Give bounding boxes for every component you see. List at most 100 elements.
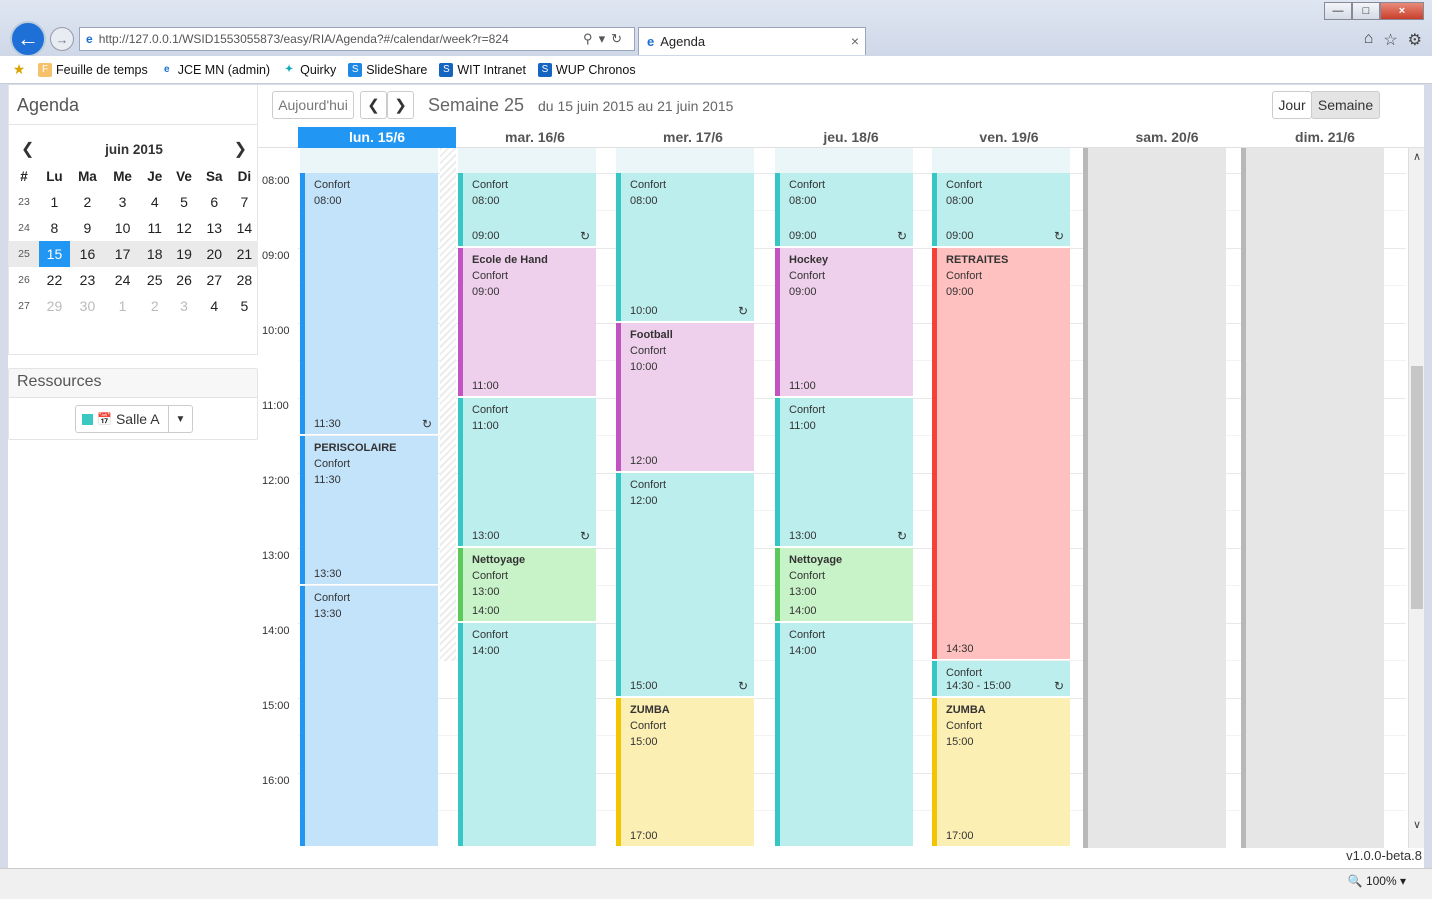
all-day-strip[interactable] bbox=[300, 148, 438, 173]
calendar-event[interactable]: Nettoyage Confort 13:00 14:00 bbox=[458, 548, 596, 621]
favorite-link[interactable]: S SlideShare bbox=[348, 62, 427, 77]
mini-calendar-day[interactable]: 9 bbox=[70, 215, 105, 241]
day-header[interactable]: sam. 20/6 bbox=[1088, 127, 1246, 148]
close-tab-icon[interactable]: × bbox=[851, 33, 859, 49]
calendar-event[interactable]: Confort 08:00 11:30 ↻ bbox=[300, 173, 438, 434]
chevron-left-icon[interactable]: ❮ bbox=[21, 139, 34, 159]
view-week-button[interactable]: Semaine bbox=[1311, 91, 1380, 119]
back-arrow-icon[interactable]: ← bbox=[10, 21, 46, 57]
mini-calendar-day[interactable]: 22 bbox=[39, 267, 70, 293]
calendar-event[interactable]: PERISCOLAIRE Confort 11:30 13:30 bbox=[300, 435, 438, 584]
mini-calendar-day[interactable]: 28 bbox=[230, 267, 259, 293]
today-button[interactable]: Aujourd'hui bbox=[272, 91, 354, 119]
mini-calendar-day[interactable]: 12 bbox=[169, 215, 199, 241]
day-header[interactable]: mar. 16/6 bbox=[456, 127, 614, 148]
mini-calendar-day[interactable]: 2 bbox=[140, 293, 169, 319]
mini-calendar-day[interactable]: 30 bbox=[70, 293, 105, 319]
mini-calendar-day[interactable]: 1 bbox=[105, 293, 140, 319]
gear-icon[interactable]: ⚙ bbox=[1408, 30, 1422, 50]
mini-calendar-day[interactable]: 4 bbox=[199, 293, 230, 319]
mini-calendar-day[interactable]: 19 bbox=[169, 241, 199, 267]
mini-calendar-day[interactable]: 16 bbox=[69, 241, 106, 267]
calendar-event[interactable]: Confort 14:30 - 15:00 ↻ bbox=[932, 660, 1070, 696]
mini-calendar-day[interactable]: 21 bbox=[229, 241, 259, 267]
mini-calendar-day[interactable]: 20 bbox=[198, 241, 230, 267]
search-refresh-icon[interactable]: ⚲▾↻ bbox=[583, 31, 628, 47]
tab-agenda[interactable]: e Agenda × bbox=[638, 27, 866, 55]
calendar-event[interactable]: Confort 08:00 09:00 ↻ bbox=[458, 173, 596, 246]
calendar-event[interactable]: Confort 08:00 10:00 ↻ bbox=[616, 173, 754, 321]
forward-arrow-icon[interactable]: → bbox=[50, 27, 74, 51]
calendar-event[interactable]: Confort 11:00 13:00 ↻ bbox=[775, 398, 913, 546]
mini-calendar-day[interactable]: 13 bbox=[199, 215, 230, 241]
calendar-event[interactable]: Confort 12:00 15:00 ↻ bbox=[616, 473, 754, 696]
mini-calendar-day[interactable]: 2 bbox=[70, 189, 105, 215]
favorite-link[interactable]: F Feuille de temps bbox=[38, 62, 148, 77]
mini-calendar-day[interactable]: 10 bbox=[105, 215, 140, 241]
mini-calendar-day[interactable]: 26 bbox=[169, 267, 199, 293]
calendar-event[interactable]: ZUMBA Confort 15:00 17:00 bbox=[932, 698, 1070, 846]
mini-calendar-day[interactable]: 14 bbox=[230, 215, 259, 241]
calendar-event[interactable]: ZUMBA Confort 15:00 17:00 bbox=[616, 698, 754, 846]
mini-calendar-day[interactable]: 25 bbox=[140, 267, 169, 293]
mini-calendar-day[interactable]: 8 bbox=[39, 215, 70, 241]
maximize-icon[interactable]: □ bbox=[1352, 2, 1380, 20]
calendar-event[interactable]: Confort 14:00 bbox=[775, 623, 913, 846]
day-header[interactable]: dim. 21/6 bbox=[1246, 127, 1404, 148]
time-grid[interactable]: 08:00 09:00 10:00 11:00 12:00 13:00 14:00 15:00… bbox=[258, 148, 1424, 848]
all-day-strip[interactable] bbox=[775, 148, 913, 173]
mini-calendar-day[interactable]: 18 bbox=[140, 241, 170, 267]
scroll-up-icon[interactable]: ∧ bbox=[1409, 150, 1424, 163]
home-icon[interactable]: ⌂ bbox=[1364, 30, 1374, 50]
mini-calendar-day[interactable]: 23 bbox=[70, 267, 105, 293]
favorite-link[interactable]: ✦ Quirky bbox=[282, 63, 336, 77]
mini-calendar-day[interactable]: 1 bbox=[39, 189, 70, 215]
close-window-icon[interactable]: × bbox=[1380, 2, 1424, 20]
scroll-down-icon[interactable]: ∨ bbox=[1409, 818, 1424, 831]
calendar-event[interactable]: Confort 08:00 09:00 ↻ bbox=[932, 173, 1070, 246]
day-header[interactable]: mer. 17/6 bbox=[614, 127, 772, 148]
mini-calendar-day[interactable]: 15 bbox=[39, 241, 70, 267]
caret-down-icon[interactable]: ▼ bbox=[168, 406, 192, 432]
mini-calendar-day[interactable]: 11 bbox=[140, 215, 169, 241]
minimize-icon[interactable]: — bbox=[1324, 2, 1352, 20]
mini-calendar-day[interactable]: 24 bbox=[105, 267, 140, 293]
all-day-strip[interactable] bbox=[932, 148, 1070, 173]
mini-calendar-day[interactable]: 5 bbox=[169, 189, 199, 215]
mini-calendar-day[interactable]: 4 bbox=[140, 189, 169, 215]
mini-calendar-day[interactable]: 6 bbox=[199, 189, 230, 215]
mini-calendar-day[interactable]: 7 bbox=[230, 189, 259, 215]
next-week-button[interactable]: ❯ bbox=[387, 91, 414, 119]
mini-calendar-day[interactable]: 27 bbox=[199, 267, 230, 293]
address-bar[interactable]: e http://127.0.0.1/WSID1553055873/easy/R… bbox=[79, 27, 635, 51]
favorite-link[interactable]: S WIT Intranet bbox=[439, 62, 526, 77]
calendar-event[interactable]: Confort 13:30 bbox=[300, 585, 438, 846]
mini-calendar-day[interactable]: 5 bbox=[230, 293, 259, 319]
day-header[interactable]: ven. 19/6 bbox=[930, 127, 1088, 148]
address-text[interactable]: http://127.0.0.1/WSID1553055873/easy/RIA… bbox=[99, 32, 509, 46]
mini-calendar-day[interactable]: 17 bbox=[105, 241, 141, 267]
scrollbar-thumb[interactable] bbox=[1411, 366, 1423, 609]
calendar-event[interactable]: Confort 08:00 09:00 ↻ bbox=[775, 173, 913, 246]
mini-calendar-day[interactable]: 29 bbox=[39, 293, 70, 319]
chevron-right-icon[interactable]: ❯ bbox=[234, 139, 247, 159]
calendar-event[interactable]: Ecole de Hand Confort 09:00 11:00 bbox=[458, 248, 596, 396]
calendar-event[interactable]: Nettoyage Confort 13:00 14:00 bbox=[775, 548, 913, 621]
mini-calendar-day[interactable]: 3 bbox=[169, 293, 199, 319]
favorites-add-icon[interactable]: ★ bbox=[12, 61, 26, 77]
view-day-button[interactable]: Jour bbox=[1272, 91, 1312, 119]
calendar-event[interactable]: Confort 11:00 13:00 ↻ bbox=[458, 398, 596, 546]
calendar-event[interactable]: Football Confort 10:00 12:00 bbox=[616, 323, 754, 471]
day-header[interactable]: jeu. 18/6 bbox=[772, 127, 930, 148]
favorite-link[interactable]: e JCE MN (admin) bbox=[160, 63, 270, 77]
day-header[interactable]: lun. 15/6 bbox=[298, 127, 456, 148]
all-day-strip[interactable] bbox=[616, 148, 754, 173]
zoom-level[interactable]: 🔍 100% ▾ bbox=[1348, 874, 1406, 888]
calendar-event[interactable]: RETRAITES Confort 09:00 14:30 bbox=[932, 248, 1070, 659]
resource-select-button[interactable]: 📅 Salle A ▼ bbox=[75, 405, 193, 433]
prev-week-button[interactable]: ❮ bbox=[360, 91, 387, 119]
calendar-event[interactable]: Confort 14:00 bbox=[458, 623, 596, 846]
favorites-star-icon[interactable]: ☆ bbox=[1383, 30, 1397, 50]
calendar-event[interactable]: Hockey Confort 09:00 11:00 bbox=[775, 248, 913, 396]
vertical-scrollbar[interactable]: ∧ ∨ bbox=[1408, 148, 1424, 848]
